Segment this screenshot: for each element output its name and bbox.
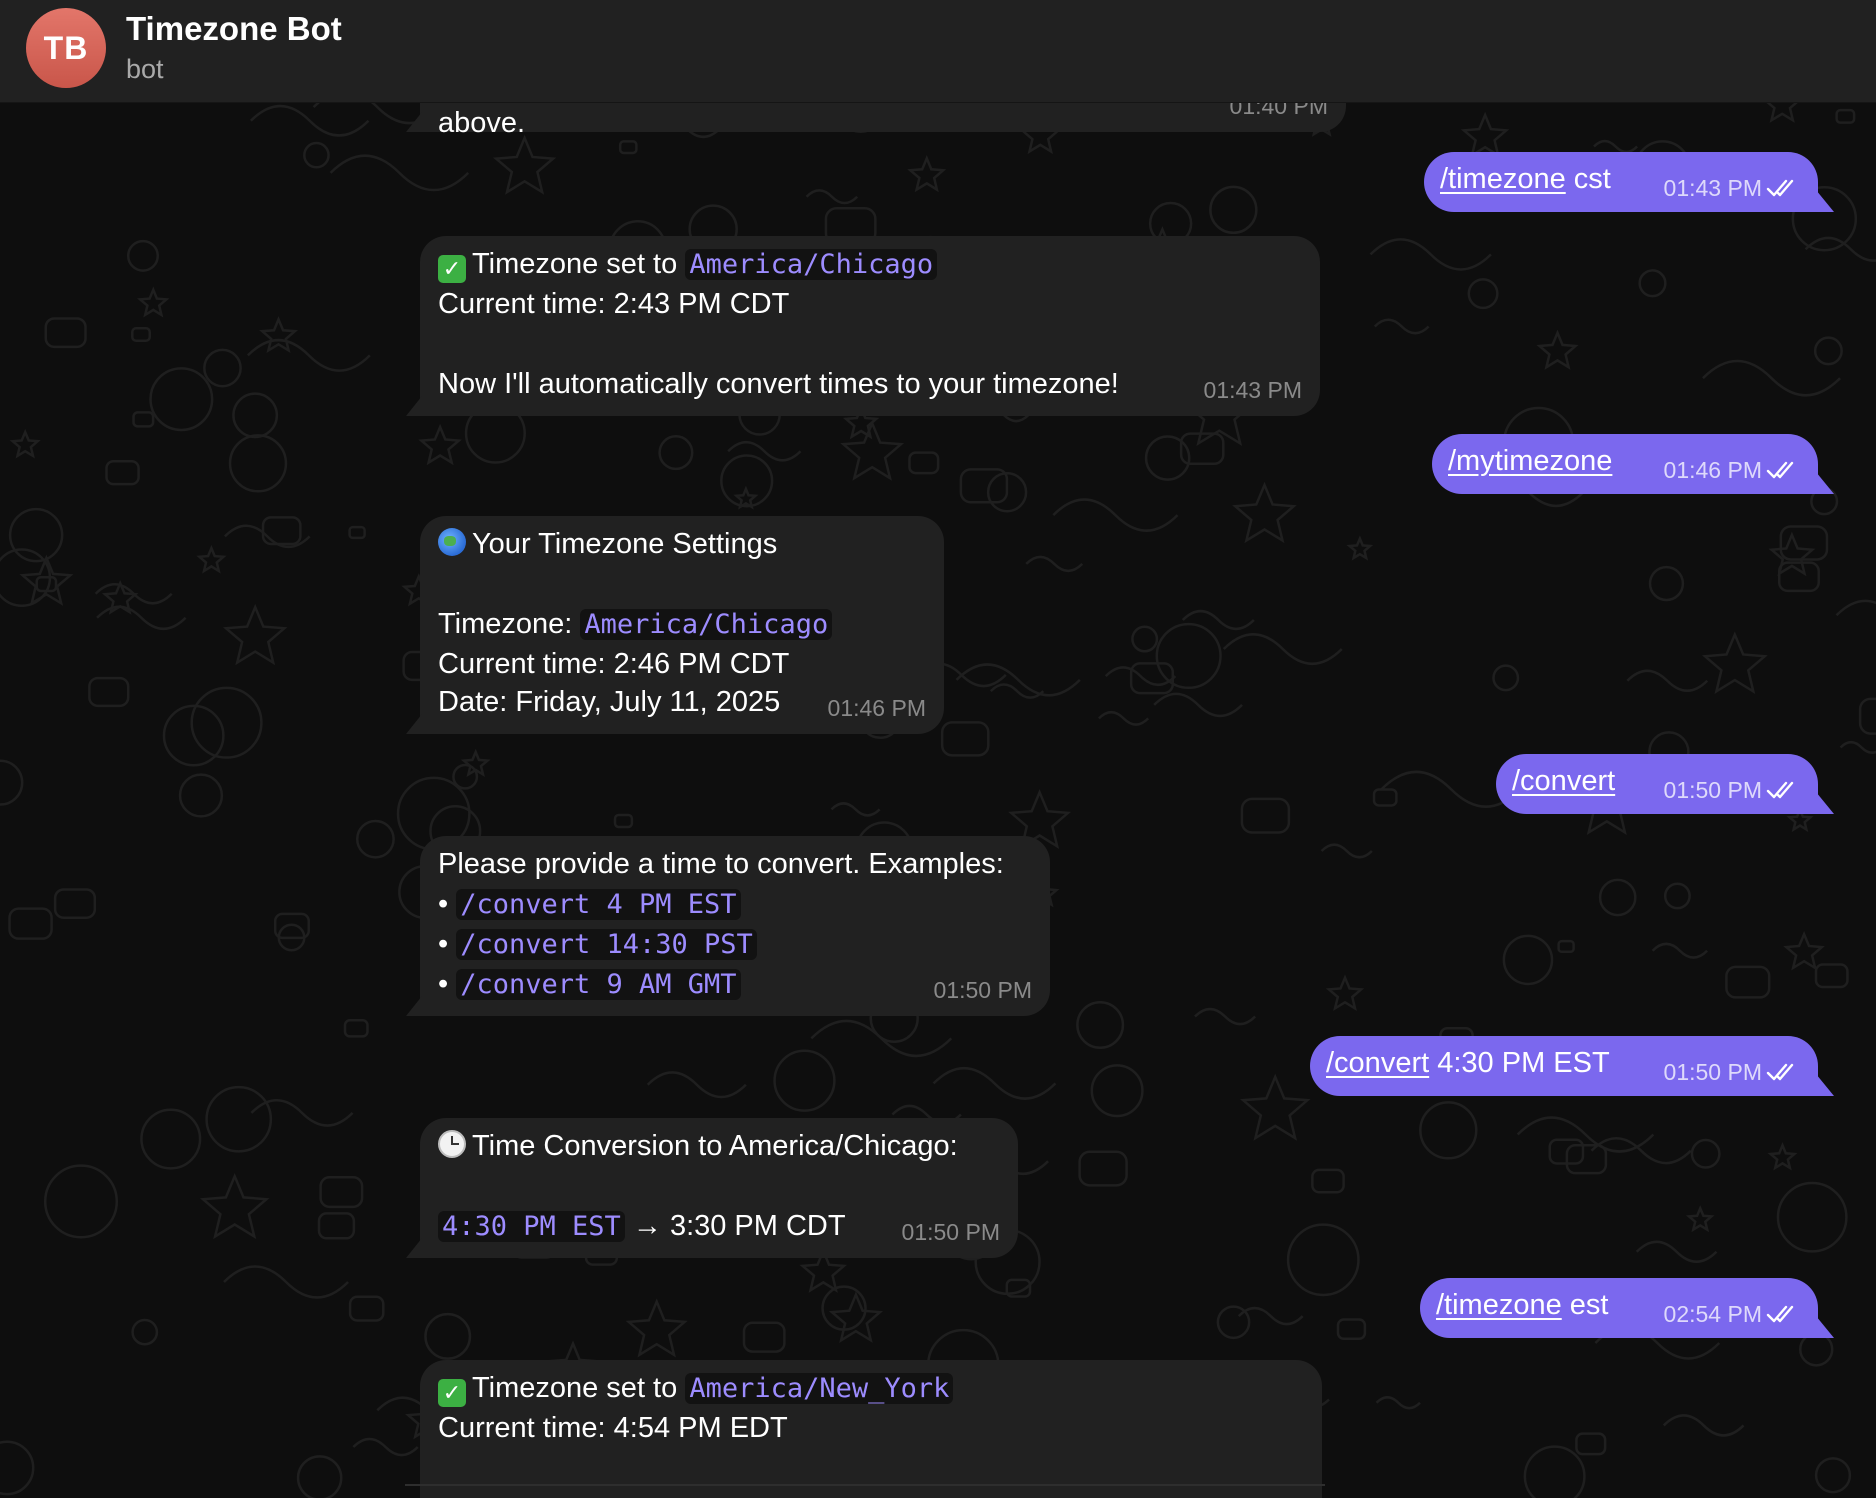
- user-message: /mytimezone 01:46 PM: [1432, 434, 1818, 494]
- example-command[interactable]: /convert 9 AM GMT: [456, 969, 741, 1000]
- user-message: /convert 4:30 PM EST 01:50 PM: [1310, 1036, 1818, 1096]
- timezone-label: Timezone:: [438, 608, 573, 640]
- message-text: Current time: 4:54 PM EDT: [438, 1412, 788, 1444]
- bullet: •: [438, 968, 449, 1000]
- bullet: •: [438, 928, 449, 960]
- chat-header[interactable]: TB Timezone Bot bot: [0, 0, 1876, 103]
- check-mark-emoji-icon: ✓: [438, 1379, 466, 1407]
- message-meta: 01:50 PM: [1664, 770, 1800, 810]
- message-text: Timezone set to: [472, 1372, 678, 1404]
- message-list[interactable]: above. 01:40 PM /timezone cst 01:43 PM ✓…: [0, 103, 1876, 1498]
- timezone-code[interactable]: America/Chicago: [580, 609, 833, 640]
- command-link[interactable]: /convert: [1326, 1047, 1429, 1079]
- message-text: Current time: 2:43 PM CDT: [438, 288, 790, 320]
- bullet: •: [438, 888, 449, 920]
- example-command[interactable]: /convert 14:30 PST: [456, 929, 757, 960]
- message-text: Now I'll automatically convert times to …: [438, 368, 1119, 400]
- clock-emoji-icon: [438, 1130, 466, 1158]
- message-time: 01:50 PM: [1663, 777, 1762, 803]
- command-argument: 4:30 PM EST: [1429, 1047, 1610, 1079]
- command-link[interactable]: /timezone: [1440, 163, 1566, 195]
- bot-message-examples: Please provide a time to convert. Exampl…: [420, 836, 1050, 1016]
- divider: [405, 1484, 1325, 1486]
- message-time: 02:54 PM: [1663, 1301, 1762, 1327]
- arrow-icon: →: [632, 1210, 662, 1242]
- message-time: 01:43 PM: [1663, 175, 1762, 201]
- message-time: 01:50 PM: [1663, 1059, 1762, 1085]
- user-message: /timezone est 02:54 PM: [1420, 1278, 1818, 1338]
- double-check-icon: [1766, 1063, 1794, 1081]
- bot-message-timezone-set: ✓ Timezone set to America/Chicago Current…: [420, 236, 1320, 416]
- bot-message-settings: Your Timezone Settings Timezone: America…: [420, 516, 944, 734]
- message-text: Date: Friday, July 11, 2025: [438, 686, 781, 718]
- message-text: above.: [438, 107, 526, 139]
- globe-emoji-icon: [438, 528, 466, 556]
- command-link[interactable]: /convert: [1512, 765, 1615, 797]
- converted-time: 3:30 PM CDT: [669, 1210, 846, 1242]
- bot-avatar[interactable]: TB: [26, 8, 106, 88]
- telegram-chat-window: above. 01:40 PM /timezone cst 01:43 PM ✓…: [0, 0, 1876, 1498]
- message-time: 01:50 PM: [933, 977, 1032, 1003]
- command-link[interactable]: /timezone: [1436, 1289, 1562, 1321]
- message-time: 01:43 PM: [1203, 377, 1302, 403]
- timezone-code[interactable]: America/Chicago: [685, 249, 938, 280]
- double-check-icon: [1766, 179, 1794, 197]
- message-time: 01:46 PM: [1663, 457, 1762, 483]
- settings-heading: Your Timezone Settings: [472, 528, 778, 560]
- message-time: 01:40 PM: [1229, 103, 1328, 119]
- double-check-icon: [1766, 781, 1794, 799]
- message-meta: 01:46 PM: [1664, 450, 1800, 490]
- bot-message-partial: above. 01:40 PM: [420, 103, 1346, 139]
- message-text: Current time: 2:46 PM CDT: [438, 648, 790, 680]
- chat-status: bot: [126, 54, 164, 84]
- bot-message-timezone-set: ✓ Timezone set to America/New_York Curren…: [420, 1360, 1322, 1498]
- command-link[interactable]: /mytimezone: [1448, 445, 1612, 477]
- example-command[interactable]: /convert 4 PM EST: [456, 889, 741, 920]
- message-meta: 02:54 PM: [1664, 1294, 1800, 1334]
- user-message: /convert 01:50 PM: [1496, 754, 1818, 814]
- double-check-icon: [1766, 461, 1794, 479]
- message-text: Please provide a time to convert. Exampl…: [438, 848, 1004, 880]
- double-check-icon: [1766, 1305, 1794, 1323]
- conversion-heading: Time Conversion to America/Chicago:: [472, 1130, 958, 1162]
- check-mark-emoji-icon: ✓: [438, 255, 466, 283]
- source-time-code[interactable]: 4:30 PM EST: [438, 1211, 625, 1242]
- bot-message-conversion: Time Conversion to America/Chicago: 4:30…: [420, 1118, 1018, 1258]
- message-meta: 01:43 PM: [1664, 168, 1800, 208]
- command-argument: cst: [1565, 163, 1611, 195]
- user-message: /timezone cst 01:43 PM: [1424, 152, 1818, 212]
- message-time: 01:46 PM: [827, 695, 926, 721]
- chat-title[interactable]: Timezone Bot: [126, 10, 342, 48]
- message-time: 01:50 PM: [901, 1219, 1000, 1245]
- command-argument: est: [1561, 1289, 1609, 1321]
- timezone-code[interactable]: America/New_York: [685, 1373, 954, 1404]
- message-meta: 01:50 PM: [1664, 1052, 1800, 1092]
- message-text: Timezone set to: [472, 248, 678, 280]
